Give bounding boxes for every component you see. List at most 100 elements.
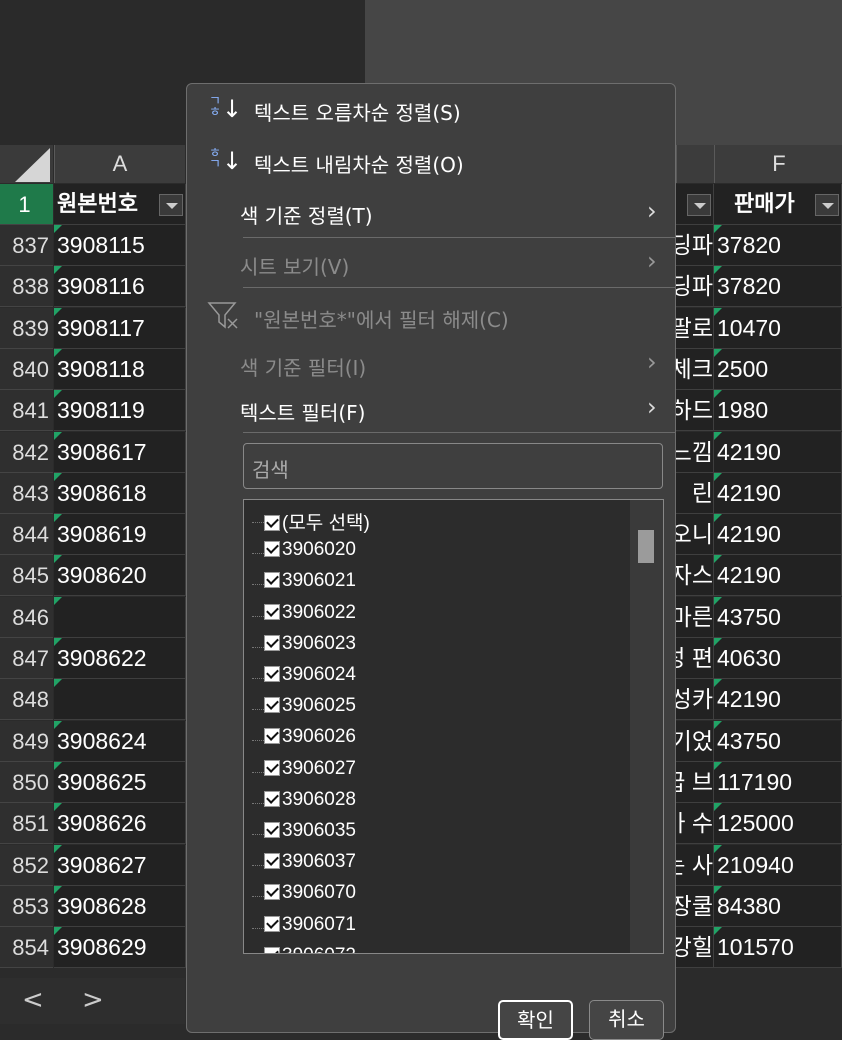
checkbox-checked-icon[interactable] [264,916,280,932]
checkbox-checked-icon[interactable] [264,697,280,713]
row-header[interactable]: 840 [0,349,53,390]
row-header[interactable]: 850 [0,762,53,803]
cell-product-name[interactable]: 딩파 [676,225,714,266]
filter-value-item[interactable]: 3906022 [264,602,356,624]
cell-price[interactable]: 42190 [714,432,842,473]
cell-price[interactable]: 210940 [714,845,842,886]
checkbox-checked-icon[interactable] [264,515,280,531]
filter-value-item[interactable]: 3906028 [264,789,356,811]
cell-price[interactable]: 42190 [714,555,842,596]
cell-product-name[interactable]: 장쿨 [676,886,714,927]
filter-value-item[interactable]: 3906023 [264,633,356,655]
cell-original-number[interactable]: 3908618 [54,473,186,514]
header-cell-original-number[interactable]: 원본번호 [54,184,186,225]
cell-price[interactable]: 43750 [714,721,842,762]
cell-price[interactable]: 101570 [714,927,842,968]
checkbox-checked-icon[interactable] [264,760,280,776]
cell-product-name[interactable]: 강힐 [676,927,714,968]
row-header-1[interactable]: 1 [0,184,53,225]
row-header[interactable]: 851 [0,803,53,844]
row-header[interactable]: 852 [0,845,53,886]
filter-value-item[interactable]: 3906037 [264,851,356,873]
filter-value-item[interactable]: 3906025 [264,695,356,717]
cell-price[interactable]: 42190 [714,514,842,555]
cell-product-name[interactable]: 마른 [676,597,714,638]
row-header[interactable]: 839 [0,308,53,349]
checkbox-checked-icon[interactable] [264,822,280,838]
filter-value-item[interactable]: 3906026 [264,726,356,748]
cell-original-number[interactable]: 3908619 [54,514,186,555]
sheet-view-item[interactable]: 시트 보기(V) [240,251,349,280]
row-header[interactable]: 837 [0,225,53,266]
cell-original-number[interactable]: 3908626 [54,803,186,844]
cell-product-name[interactable]: 성카 [676,679,714,720]
filter-value-item[interactable]: 3906035 [264,820,356,842]
cell-product-name[interactable]: 성 편 [676,638,714,679]
checkbox-checked-icon[interactable] [264,947,280,953]
row-header[interactable]: 853 [0,886,53,927]
filter-value-item[interactable]: 3906070 [264,882,356,904]
row-header[interactable]: 849 [0,721,53,762]
checkbox-checked-icon[interactable] [264,572,280,588]
checkbox-checked-icon[interactable] [264,604,280,620]
sort-descending-item[interactable]: 텍스트 내림차순 정렬(O) [254,149,464,178]
cell-price[interactable]: 37820 [714,266,842,307]
cell-original-number[interactable]: 3908629 [54,927,186,968]
list-scrollbar[interactable] [630,500,663,953]
filter-value-item[interactable]: 3906071 [264,914,356,936]
column-header-a[interactable]: A [54,145,185,183]
cell-price[interactable]: 125000 [714,803,842,844]
cell-original-number[interactable]: 3908116 [54,266,186,307]
cell-product-name[interactable]: 하드 [676,390,714,431]
clear-filter-item[interactable]: "원본번호*"에서 필터 해제(C) [254,304,509,333]
header-cell-price[interactable]: 판매가 [714,184,842,225]
cell-original-number[interactable]: 3908622 [54,638,186,679]
filter-value-item[interactable]: 3906021 [264,570,356,592]
cell-price[interactable]: 84380 [714,886,842,927]
filter-dropdown-button[interactable] [159,194,183,216]
row-header[interactable]: 848 [0,679,53,720]
checkbox-checked-icon[interactable] [264,728,280,744]
sort-ascending-item[interactable]: 텍스트 오름차순 정렬(S) [254,97,461,126]
row-header[interactable]: 846 [0,597,53,638]
checkbox-checked-icon[interactable] [264,541,280,557]
cell-product-name[interactable]: 자스 [676,555,714,596]
sheet-next-button[interactable]: > [82,985,104,1015]
checkbox-checked-icon[interactable] [264,884,280,900]
cell-price[interactable]: 42190 [714,473,842,514]
cell-product-name[interactable]: 는 사 [676,845,714,886]
row-header[interactable]: 842 [0,432,53,473]
row-header[interactable]: 845 [0,555,53,596]
cell-price[interactable]: 117190 [714,762,842,803]
checkbox-checked-icon[interactable] [264,853,280,869]
filter-value-item[interactable]: 3906020 [264,539,356,561]
cell-price[interactable]: 10470 [714,308,842,349]
filter-value-item[interactable]: 3906072 [264,945,356,953]
cell-product-name[interactable]: 딩파 [676,266,714,307]
sort-by-color-item[interactable]: 색 기준 정렬(T) [240,200,373,229]
filter-dropdown-button-f[interactable] [815,194,839,216]
ok-button[interactable]: 확인 [498,1000,573,1040]
filter-by-color-item[interactable]: 색 기준 필터(I) [240,352,366,381]
search-input[interactable]: 검색 [243,443,663,489]
cell-original-number[interactable]: 3908625 [54,762,186,803]
row-header[interactable]: 843 [0,473,53,514]
cell-product-name[interactable]: 린 [676,473,714,514]
cancel-button[interactable]: 취소 [589,1000,664,1040]
filter-value-item[interactable]: 3906027 [264,758,356,780]
filter-value-item[interactable]: 3906024 [264,664,356,686]
checkbox-checked-icon[interactable] [264,666,280,682]
text-filter-item[interactable]: 텍스트 필터(F) [240,397,365,426]
list-scrollbar-thumb[interactable] [638,530,654,563]
cell-original-number[interactable]: 3908624 [54,721,186,762]
cell-original-number[interactable]: 3908627 [54,845,186,886]
cell-product-name[interactable]: 마 수 [676,803,714,844]
column-header-e[interactable] [676,145,715,183]
filter-dropdown-button-e[interactable] [687,194,711,216]
checkbox-checked-icon[interactable] [264,791,280,807]
cell-price[interactable]: 1980 [714,390,842,431]
cell-original-number[interactable]: 3908628 [54,886,186,927]
cell-product-name[interactable]: 오니 [676,514,714,555]
cell-price[interactable]: 43750 [714,597,842,638]
sheet-prev-button[interactable]: < [22,985,44,1015]
